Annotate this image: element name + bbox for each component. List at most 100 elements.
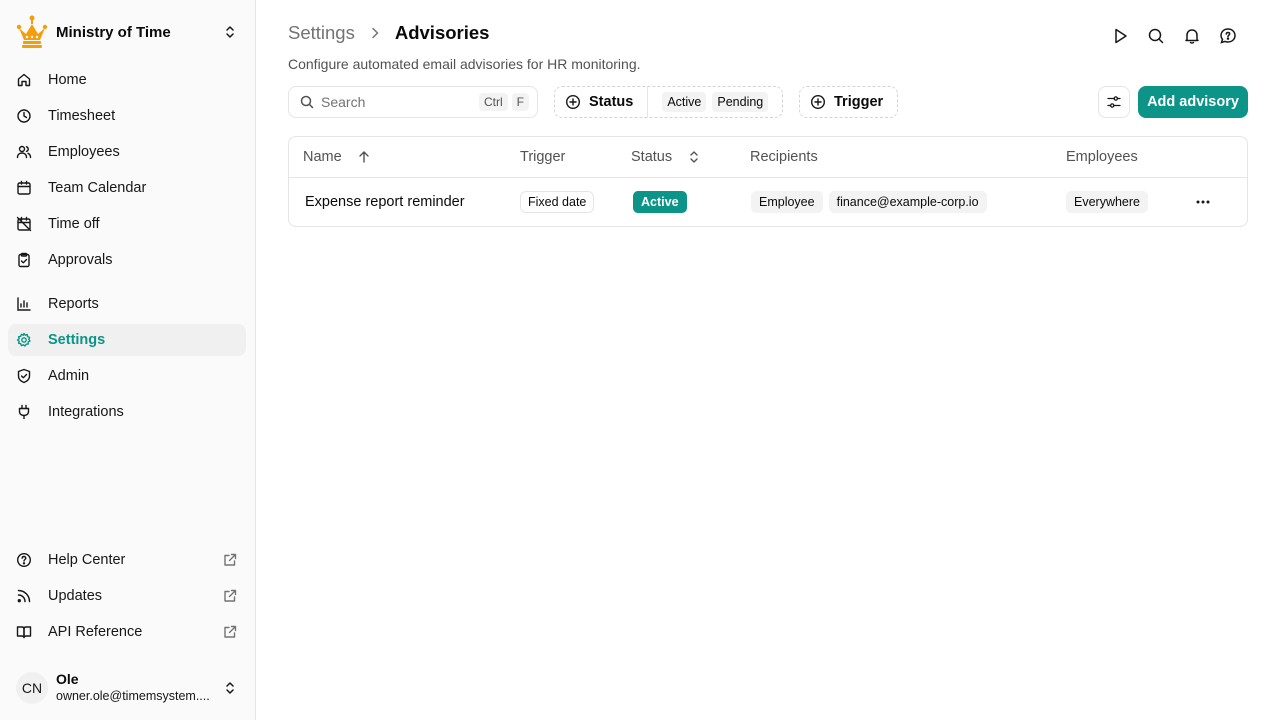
filter-value-pending: Pending — [712, 92, 769, 112]
nav-item-home[interactable]: Home — [8, 64, 246, 96]
nav-label: API Reference — [48, 624, 143, 640]
main-nav: Home Timesheet Employees Team Calendar T… — [8, 64, 246, 432]
trigger-filter-button[interactable]: Trigger — [799, 86, 898, 118]
nav-label: Help Center — [48, 552, 126, 568]
arrow-up-icon — [342, 149, 372, 165]
nav-label: Admin — [48, 368, 90, 384]
column-header-status[interactable]: Status — [631, 137, 702, 177]
add-advisory-button[interactable]: Add advisory — [1138, 86, 1248, 118]
table-header: Name Trigger Status Recipients Employees — [289, 137, 1247, 178]
plus-circle-icon — [810, 94, 826, 110]
calendar-off-icon — [16, 216, 32, 232]
message-help-icon[interactable] — [1218, 26, 1238, 46]
plug-icon — [16, 404, 32, 420]
nav-label: Time off — [48, 216, 100, 232]
nav-label: Reports — [48, 296, 99, 312]
page-title: Advisories — [394, 22, 490, 43]
nav-item-integrations[interactable]: Integrations — [8, 396, 246, 428]
nav-label: Home — [48, 72, 87, 88]
rss-icon — [16, 588, 32, 604]
advisory-name: Expense report reminder — [305, 194, 465, 210]
avatar: CN — [16, 672, 48, 704]
recipient-chip: Employee — [751, 191, 823, 213]
top-actions — [1094, 26, 1238, 46]
chart-icon — [16, 296, 32, 312]
sliders-icon — [1106, 94, 1122, 110]
play-icon[interactable] — [1110, 26, 1130, 46]
chevron-right-icon — [367, 25, 383, 41]
recipient-chip: finance@example-corp.io — [828, 191, 987, 213]
nav-item-help-center[interactable]: Help Center — [8, 544, 246, 576]
column-header-trigger: Trigger — [520, 149, 566, 165]
nav-item-admin[interactable]: Admin — [8, 360, 246, 392]
nav-label: Team Calendar — [48, 180, 147, 196]
calendar-icon — [16, 180, 32, 196]
user-name: Ole — [56, 671, 79, 687]
filter-value-active: Active — [662, 92, 707, 112]
sidebar: Ministry of Time Home Timesheet Employee… — [0, 0, 256, 720]
breadcrumb-settings[interactable]: Settings — [288, 22, 355, 44]
bell-icon[interactable] — [1182, 26, 1202, 46]
nav-label: Settings — [48, 332, 106, 348]
users-icon — [16, 144, 32, 160]
breadcrumb: Settings Advisories — [288, 22, 489, 44]
status-filter-label: Status — [589, 94, 634, 110]
more-horizontal-icon — [1193, 192, 1213, 212]
shortcut-f: F — [511, 93, 529, 111]
home-icon — [16, 72, 32, 88]
clipboard-check-icon — [16, 252, 32, 268]
plus-circle-icon — [565, 94, 581, 110]
nav-item-api-reference[interactable]: API Reference — [8, 616, 246, 648]
secondary-nav: Help Center Updates API Reference — [8, 544, 246, 652]
org-switcher[interactable]: Ministry of Time — [16, 14, 240, 50]
table-row[interactable]: Expense report reminder Fixed date Activ… — [289, 178, 1247, 226]
nav-label: Updates — [48, 588, 103, 604]
external-link-icon — [222, 588, 238, 604]
nav-item-employees[interactable]: Employees — [8, 136, 246, 168]
column-header-name[interactable]: Name — [303, 137, 372, 177]
advisories-table: Name Trigger Status Recipients Employees… — [288, 136, 1248, 227]
search-icon — [299, 94, 315, 110]
nav-item-team-calendar[interactable]: Team Calendar — [8, 172, 246, 204]
external-link-icon — [222, 552, 238, 568]
nav-item-reports[interactable]: Reports — [8, 288, 246, 320]
row-actions-button[interactable] — [1193, 178, 1213, 226]
nav-item-timesheet[interactable]: Timesheet — [8, 100, 246, 132]
column-header-recipients: Recipients — [750, 149, 818, 165]
nav-item-settings[interactable]: Settings — [8, 324, 246, 356]
search-box[interactable]: Ctrl F — [288, 86, 538, 118]
toolbar: Ctrl F Status Active Pending Trigger Add… — [288, 86, 1248, 118]
gear-icon — [16, 332, 32, 348]
nav-label: Employees — [48, 144, 120, 160]
shortcut-ctrl: Ctrl — [478, 93, 508, 111]
column-header-employees: Employees — [1066, 149, 1138, 165]
main-content: Settings Advisories Configure automated … — [256, 0, 1280, 720]
org-name: Ministry of Time — [56, 23, 171, 41]
external-link-icon — [222, 624, 238, 640]
shield-icon — [16, 368, 32, 384]
nav-label: Integrations — [48, 404, 124, 420]
clock-icon — [16, 108, 32, 124]
search-input[interactable] — [321, 94, 479, 110]
trigger-filter-label: Trigger — [834, 94, 884, 110]
nav-label: Timesheet — [48, 108, 116, 124]
nav-item-time-off[interactable]: Time off — [8, 208, 246, 240]
chevrons-up-down-icon — [222, 680, 238, 696]
view-options-button[interactable] — [1098, 86, 1130, 118]
user-menu[interactable]: CN Ole owner.ole@timemsystem.... — [16, 666, 240, 710]
help-circle-icon — [16, 552, 32, 568]
page-description: Configure automated email advisories for… — [288, 56, 641, 72]
chevrons-up-down-icon — [672, 149, 702, 165]
nav-item-updates[interactable]: Updates — [8, 580, 246, 612]
chevrons-up-down-icon — [222, 24, 238, 40]
book-icon — [16, 624, 32, 640]
trigger-chip: Fixed date — [520, 191, 595, 213]
nav-item-approvals[interactable]: Approvals — [8, 244, 246, 276]
search-icon[interactable] — [1146, 26, 1166, 46]
user-email: owner.ole@timemsystem.... — [56, 689, 210, 703]
nav-label: Approvals — [48, 252, 113, 268]
status-badge: Active — [633, 191, 687, 213]
status-filter-button[interactable]: Status Active Pending — [554, 86, 783, 118]
employees-chip: Everywhere — [1066, 191, 1148, 213]
crown-logo-icon — [16, 15, 48, 49]
